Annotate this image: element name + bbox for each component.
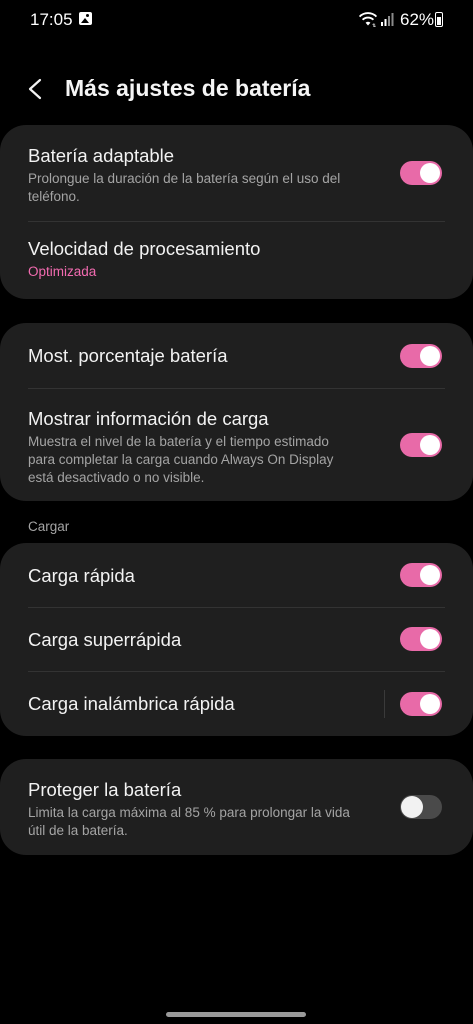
- toggle-knob: [420, 629, 440, 649]
- show-percentage-row[interactable]: Most. porcentaje batería: [0, 323, 473, 388]
- adaptive-battery-row[interactable]: Batería adaptable Prolongue la duración …: [0, 125, 473, 221]
- gallery-icon: [79, 12, 92, 25]
- battery-percent: 62%: [400, 10, 435, 29]
- show-percentage-toggle[interactable]: [400, 343, 442, 368]
- fast-charging-toggle[interactable]: [400, 563, 442, 587]
- charging-info-row[interactable]: Mostrar información de carga Muestra el …: [0, 388, 473, 501]
- charging-info-toggle[interactable]: [400, 432, 442, 457]
- battery-icon: [435, 12, 443, 27]
- toggle-knob: [420, 693, 440, 714]
- adaptive-battery-toggle[interactable]: [400, 161, 442, 185]
- charging-info-description: Muestra el nivel de la batería y el tiem…: [28, 434, 334, 485]
- back-button[interactable]: [22, 72, 52, 106]
- super-fast-charging-row[interactable]: Carga superrápida: [0, 607, 473, 671]
- page-title: Más ajustes de batería: [65, 75, 311, 101]
- settings-card-charging: Carga rápida Carga superrápida Carga ina…: [0, 543, 473, 736]
- fast-wireless-charging-toggle[interactable]: [400, 691, 442, 716]
- navigation-handle[interactable]: [166, 1012, 306, 1017]
- processing-speed-value: Optimizada: [28, 264, 97, 279]
- fast-wireless-charging-row[interactable]: Carga inalámbrica rápida: [0, 671, 473, 736]
- protect-battery-toggle[interactable]: [400, 795, 442, 819]
- processing-speed-row[interactable]: Velocidad de procesamiento Optimizada: [0, 221, 473, 299]
- processing-speed-title: Velocidad de procesamiento: [28, 238, 261, 259]
- toggle-knob: [420, 163, 440, 183]
- toggle-knob: [420, 565, 440, 585]
- fast-wireless-charging-title: Carga inalámbrica rápida: [28, 693, 235, 714]
- show-percentage-title: Most. porcentaje batería: [28, 345, 228, 366]
- super-fast-charging-toggle[interactable]: [400, 627, 442, 651]
- settings-card-protect: Proteger la batería Limita la carga máxi…: [0, 759, 473, 855]
- svg-text:⇅: ⇅: [372, 23, 376, 27]
- fast-charging-row[interactable]: Carga rápida: [0, 543, 473, 607]
- adaptive-battery-description: Prolongue la duración de la batería segú…: [28, 171, 341, 204]
- charging-info-title: Mostrar información de carga: [28, 408, 269, 429]
- fast-charging-title: Carga rápida: [28, 565, 135, 586]
- protect-battery-row[interactable]: Proteger la batería Limita la carga máxi…: [0, 759, 473, 855]
- super-fast-charging-title: Carga superrápida: [28, 629, 182, 650]
- protect-battery-description: Limita la carga máxima al 85 % para prol…: [28, 805, 350, 838]
- settings-card-battery: Batería adaptable Prolongue la duración …: [0, 125, 473, 299]
- wifi-icon: ⇅: [358, 12, 378, 27]
- protect-battery-title: Proteger la batería: [28, 779, 182, 800]
- signal-icon: [381, 13, 394, 26]
- status-bar: 17:05 ⇅ 62%: [0, 0, 473, 40]
- header: Más ajustes de batería: [0, 64, 473, 114]
- adaptive-battery-title: Batería adaptable: [28, 145, 175, 166]
- toggle-knob: [401, 796, 423, 818]
- status-time: 17:05: [30, 10, 73, 29]
- toggle-knob: [420, 434, 440, 455]
- toggle-knob: [420, 345, 440, 366]
- chevron-left-icon: [28, 78, 42, 100]
- section-label-charging: Cargar: [28, 519, 70, 534]
- settings-card-display: Most. porcentaje batería Mostrar informa…: [0, 323, 473, 501]
- toggle-divider: [384, 689, 385, 718]
